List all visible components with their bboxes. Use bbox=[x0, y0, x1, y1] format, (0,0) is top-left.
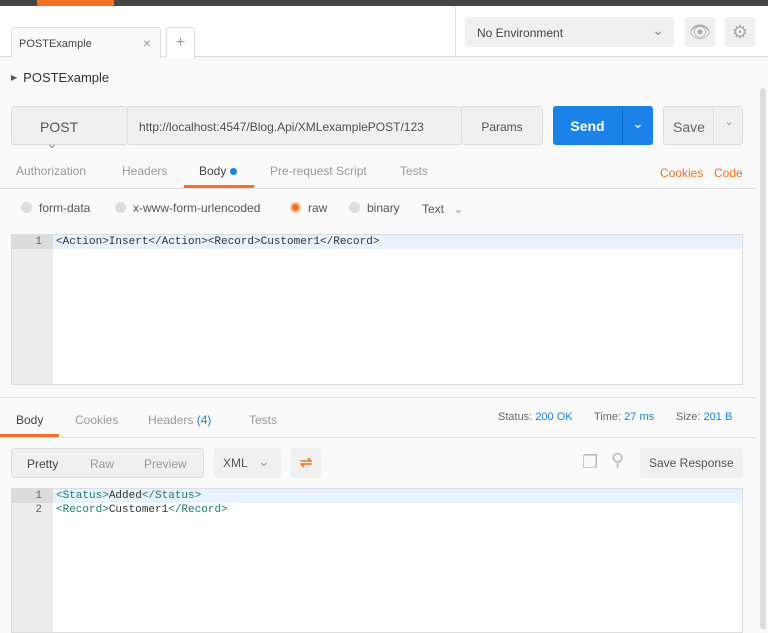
format-select[interactable]: XML ⌄ bbox=[214, 448, 281, 478]
code-link[interactable]: Code bbox=[714, 166, 743, 180]
code-line: 1 <Action>Insert</Action><Record>Customer… bbox=[12, 235, 742, 249]
response-time: Time: 27 ms bbox=[594, 411, 654, 423]
request-name[interactable]: ▶ POSTExample bbox=[11, 70, 109, 85]
save-response-button[interactable]: Save Response bbox=[640, 448, 743, 478]
tab-label: POSTExample bbox=[19, 38, 92, 50]
chevron-down-icon: ⌄ bbox=[453, 202, 464, 216]
response-tab-tests[interactable]: Tests bbox=[249, 413, 277, 427]
radio-label: raw bbox=[308, 201, 328, 215]
response-tab-cookies[interactable]: Cookies bbox=[75, 413, 118, 427]
radio-binary[interactable]: binary bbox=[349, 201, 400, 215]
search-icon[interactable]: ⚲ bbox=[611, 450, 624, 471]
method-value: POST bbox=[40, 119, 78, 135]
radio-label: binary bbox=[367, 201, 400, 215]
radio-label: form-data bbox=[39, 201, 91, 215]
xml-tag: <Record> bbox=[56, 504, 109, 516]
tab-postexample[interactable]: POSTExample × bbox=[11, 27, 161, 58]
size-label: Size: bbox=[676, 411, 701, 423]
scrollbar[interactable] bbox=[760, 88, 766, 629]
line-number: 2 bbox=[35, 504, 42, 516]
xml-text: Added bbox=[108, 490, 142, 502]
time-label: Time: bbox=[594, 411, 622, 423]
params-button[interactable]: Params bbox=[461, 106, 543, 145]
radio-label: x-www-form-urlencoded bbox=[133, 201, 261, 215]
xml-text: Customer1 bbox=[108, 504, 169, 516]
url-input[interactable]: http://localhost:4547/Blog.Api/XMLexampl… bbox=[127, 106, 462, 145]
radio-raw[interactable]: raw bbox=[290, 201, 327, 215]
tab-body[interactable]: Body bbox=[199, 164, 238, 178]
xml-tag: </Status> bbox=[141, 490, 202, 502]
response-tab-body[interactable]: Body bbox=[16, 413, 43, 427]
view-preview[interactable]: Preview bbox=[144, 457, 187, 471]
tab-pre-request-script[interactable]: Pre-request Script bbox=[270, 164, 367, 178]
close-icon[interactable]: × bbox=[143, 35, 151, 51]
status-label: Status: bbox=[498, 411, 533, 423]
status-value: 200 OK bbox=[535, 411, 573, 423]
code-line: 1 <Status>Added</Status> bbox=[12, 489, 742, 503]
radio-urlencoded[interactable]: x-www-form-urlencoded bbox=[115, 201, 260, 215]
cookies-link[interactable]: Cookies bbox=[660, 166, 703, 180]
response-status: Status: 200 OK bbox=[498, 411, 573, 423]
code-text: <Action>Insert</Action><Record>Customer1… bbox=[56, 236, 380, 248]
raw-type-select[interactable]: Text ⌄ bbox=[422, 202, 463, 216]
raw-type-value: Text bbox=[422, 202, 445, 216]
size-value: 201 B bbox=[703, 411, 733, 423]
active-tab-underline bbox=[184, 185, 254, 188]
modified-dot-icon bbox=[230, 168, 238, 175]
view-pretty[interactable]: Pretty bbox=[27, 457, 58, 471]
save-label: Save bbox=[673, 119, 705, 135]
tab-body-label: Body bbox=[199, 164, 227, 178]
gear-icon[interactable]: ⚙ bbox=[725, 17, 755, 47]
eye-icon[interactable]: 👁 bbox=[685, 17, 715, 47]
view-raw[interactable]: Raw bbox=[90, 457, 114, 471]
response-tab-headers[interactable]: Headers (4) bbox=[148, 413, 211, 427]
request-name-label: POSTExample bbox=[23, 70, 110, 85]
tab-headers[interactable]: Headers bbox=[122, 164, 167, 178]
save-button[interactable]: Save ⌄ bbox=[663, 106, 743, 145]
request-body-editor[interactable]: 1 <Action>Insert</Action><Record>Customer… bbox=[11, 234, 743, 385]
xml-tag: </Record> bbox=[168, 504, 228, 516]
line-number: 1 bbox=[12, 235, 53, 249]
tab-label: Headers bbox=[148, 413, 194, 427]
send-button[interactable]: Send ⌄ bbox=[553, 106, 653, 145]
copy-icon[interactable]: ❐ bbox=[582, 452, 598, 473]
environment-select[interactable]: No Environment ⌄ bbox=[465, 17, 674, 47]
request-tabs: Authorization Headers Body Pre-request S… bbox=[0, 155, 755, 189]
view-mode-group: Pretty Raw Preview bbox=[11, 448, 204, 478]
tab-tests[interactable]: Tests bbox=[400, 164, 428, 178]
chevron-down-icon: ⌄ bbox=[652, 22, 664, 38]
time-value: 27 ms bbox=[624, 411, 655, 423]
code-line: 2 <Record>Customer1</Record> bbox=[12, 503, 742, 517]
active-tab-underline bbox=[0, 434, 59, 437]
caret-right-icon: ▶ bbox=[11, 73, 18, 82]
save-response-label: Save Response bbox=[649, 456, 734, 470]
line-number: 1 bbox=[12, 489, 53, 503]
new-tab-button[interactable]: + bbox=[166, 27, 195, 58]
headers-count: (4) bbox=[196, 413, 212, 427]
chevron-down-icon[interactable]: ⌄ bbox=[714, 115, 744, 128]
environment-value: No Environment bbox=[477, 26, 564, 40]
response-body-viewer[interactable]: 1 <Status>Added</Status> 2 <Record>Custome… bbox=[11, 488, 743, 633]
divider bbox=[455, 6, 456, 57]
wrap-lines-icon[interactable]: ⇌ bbox=[291, 448, 321, 478]
send-label: Send bbox=[570, 118, 605, 134]
xml-tag: <Status> bbox=[56, 490, 109, 502]
chevron-down-icon[interactable]: ⌄ bbox=[623, 115, 653, 132]
tab-authorization[interactable]: Authorization bbox=[16, 164, 86, 178]
format-value: XML bbox=[223, 456, 248, 470]
response-size: Size: 201 B bbox=[676, 411, 732, 423]
method-select[interactable]: POST ⌄ bbox=[11, 106, 128, 151]
radio-form-data[interactable]: form-data bbox=[21, 201, 90, 215]
chevron-down-icon: ⌄ bbox=[46, 135, 58, 151]
chevron-down-icon: ⌄ bbox=[258, 453, 270, 469]
